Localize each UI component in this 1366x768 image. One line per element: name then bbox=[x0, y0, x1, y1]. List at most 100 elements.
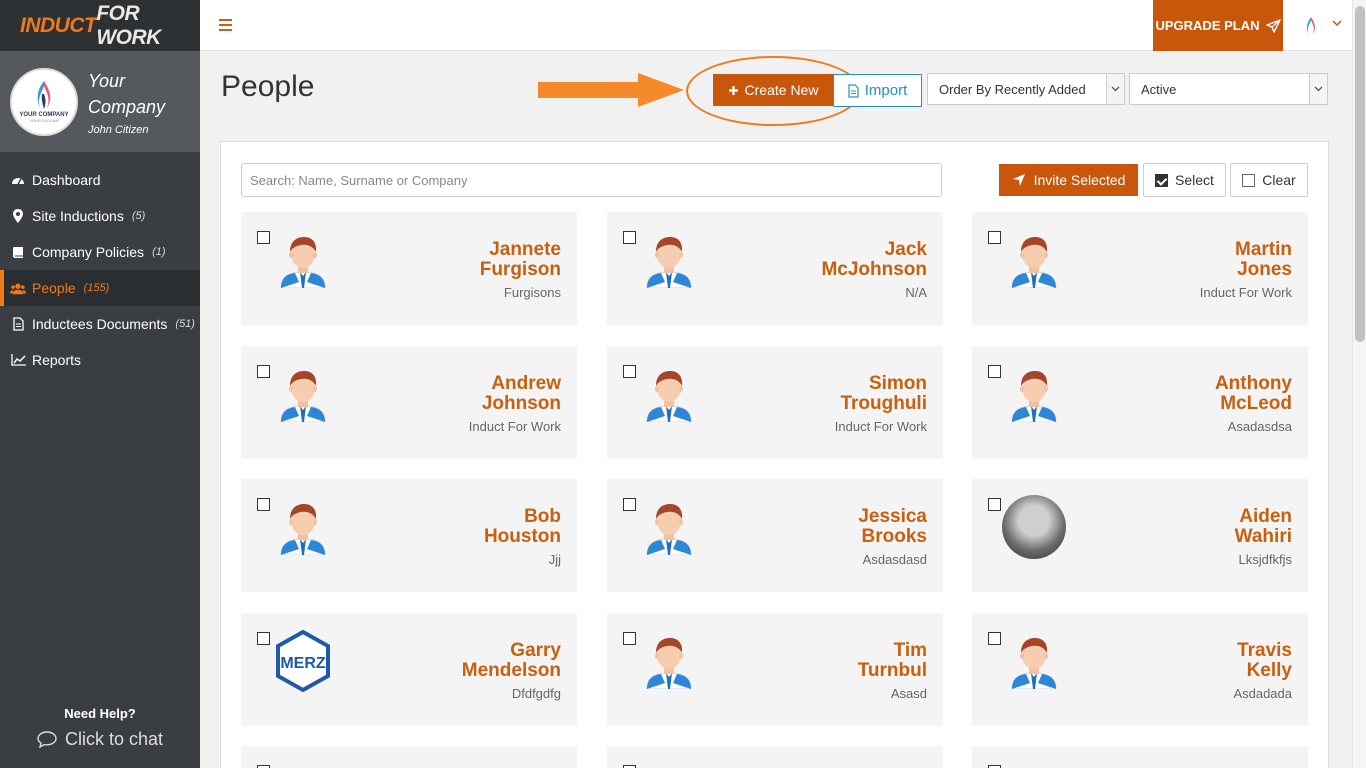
person-select-checkbox[interactable] bbox=[257, 365, 270, 378]
order-by-select[interactable]: Order By Recently Added bbox=[927, 73, 1125, 105]
person-card[interactable]: Jack McJohnson N/A bbox=[607, 212, 943, 325]
invite-selected-button[interactable]: Invite Selected bbox=[999, 164, 1138, 196]
chat-link[interactable]: Click to chat bbox=[0, 729, 200, 750]
person-last-name: Turnbul bbox=[857, 660, 927, 681]
logo-part-induct: INDUCT bbox=[20, 13, 97, 37]
person-avatar[interactable] bbox=[271, 228, 335, 292]
top-bar: UPGRADE PLAN bbox=[200, 0, 1352, 51]
person-last-name: McJohnson bbox=[821, 259, 927, 280]
default-person-icon bbox=[280, 371, 326, 422]
person-card[interactable]: Andrew Johnson Induct For Work bbox=[241, 346, 577, 459]
person-card[interactable]: Simon Troughuli Induct For Work bbox=[607, 346, 943, 459]
person-name[interactable]: Travis Kelly bbox=[1237, 641, 1292, 681]
person-select-checkbox[interactable] bbox=[988, 498, 1001, 511]
person-avatar[interactable]: MERZ bbox=[271, 629, 335, 693]
company-logo-slogan: YOUR SLOGAN bbox=[29, 118, 59, 123]
person-name[interactable]: Bob Houston bbox=[484, 507, 561, 547]
person-company: Asdasdasd bbox=[862, 552, 927, 567]
default-person-icon bbox=[646, 237, 692, 288]
sidebar-item-reports[interactable]: Reports bbox=[0, 342, 200, 378]
person-avatar[interactable] bbox=[637, 495, 701, 559]
chat-label: Click to chat bbox=[64, 729, 164, 749]
person-select-checkbox[interactable] bbox=[257, 231, 270, 244]
create-new-button[interactable]: Create New bbox=[713, 74, 833, 106]
person-first-name: Jannete bbox=[489, 239, 561, 260]
sidebar-item-people[interactable]: People (155) bbox=[0, 270, 200, 306]
help-title: Need Help? bbox=[64, 706, 136, 721]
person-card[interactable]: Martin Jones Induct For Work bbox=[972, 212, 1308, 325]
person-name[interactable]: Jannete Furgison bbox=[480, 240, 561, 280]
person-name[interactable]: Anthony McLeod bbox=[1215, 374, 1292, 414]
search-input[interactable] bbox=[241, 163, 942, 197]
person-name[interactable]: Aiden Wahiri bbox=[1235, 507, 1292, 547]
page-title: People bbox=[221, 70, 315, 103]
sidebar-item-label: Site Inductions bbox=[32, 208, 124, 224]
person-select-checkbox[interactable] bbox=[988, 365, 1001, 378]
sidebar-item-inductees-documents[interactable]: Inductees Documents (51) bbox=[0, 306, 200, 342]
clear-button[interactable]: Clear bbox=[1230, 163, 1308, 197]
person-select-checkbox[interactable] bbox=[988, 632, 1001, 645]
person-card[interactable]: Travis Kelly Asdadada bbox=[972, 613, 1308, 726]
select-button[interactable]: Select bbox=[1143, 163, 1226, 197]
sidebar-item-company-policies[interactable]: Company Policies (1) bbox=[0, 234, 200, 270]
sidebar-item-label: Inductees Documents bbox=[32, 316, 168, 332]
person-avatar[interactable] bbox=[1002, 362, 1066, 426]
person-card[interactable]: MERZ Garry Mendelson Dfdfgdfg bbox=[241, 613, 577, 726]
person-avatar[interactable] bbox=[637, 629, 701, 693]
person-avatar[interactable] bbox=[271, 362, 335, 426]
person-select-checkbox[interactable] bbox=[623, 632, 636, 645]
chevron-down-icon bbox=[1309, 74, 1327, 104]
person-select-checkbox[interactable] bbox=[257, 498, 270, 511]
import-button[interactable]: Import bbox=[833, 74, 922, 107]
default-person-icon bbox=[1011, 638, 1057, 689]
person-select-checkbox[interactable] bbox=[623, 498, 636, 511]
sidebar-item-count: (5) bbox=[131, 210, 146, 222]
person-name[interactable]: Jessica Brooks bbox=[858, 507, 927, 547]
menu-toggle-icon[interactable] bbox=[219, 19, 232, 31]
person-card-partial[interactable] bbox=[607, 746, 943, 768]
person-name[interactable]: Simon Troughuli bbox=[840, 374, 927, 414]
person-select-checkbox[interactable] bbox=[257, 632, 270, 645]
person-company: N/A bbox=[905, 285, 927, 300]
person-avatar[interactable] bbox=[1002, 629, 1066, 693]
person-avatar[interactable] bbox=[637, 362, 701, 426]
user-avatar[interactable] bbox=[1296, 11, 1326, 41]
person-name[interactable]: Andrew Johnson bbox=[482, 374, 561, 414]
person-card[interactable]: Jannete Furgison Furgisons bbox=[241, 212, 577, 325]
person-avatar[interactable] bbox=[1002, 495, 1066, 559]
page-scrollbar[interactable] bbox=[1352, 0, 1366, 768]
person-select-checkbox[interactable] bbox=[988, 231, 1001, 244]
upgrade-plan-button[interactable]: UPGRADE PLAN bbox=[1153, 0, 1283, 51]
company-logo: YOUR COMPANY YOUR SLOGAN bbox=[10, 67, 78, 136]
person-first-name: Travis bbox=[1237, 640, 1292, 661]
order-by-value: Order By Recently Added bbox=[939, 81, 1086, 97]
person-name[interactable]: Garry Mendelson bbox=[462, 641, 561, 681]
sidebar-item-count: (1) bbox=[152, 246, 166, 258]
company-user: John Citizen bbox=[88, 123, 149, 136]
scrollbar-thumb[interactable] bbox=[1355, 6, 1365, 342]
person-first-name: Martin bbox=[1235, 239, 1292, 260]
person-card-partial[interactable] bbox=[972, 746, 1308, 768]
person-avatar[interactable] bbox=[271, 495, 335, 559]
person-select-checkbox[interactable] bbox=[623, 231, 636, 244]
sidebar-item-dashboard[interactable]: Dashboard bbox=[0, 162, 200, 198]
person-name[interactable]: Tim Turnbul bbox=[858, 641, 927, 681]
person-card[interactable]: Aiden Wahiri Lksjdfkfjs bbox=[972, 479, 1308, 592]
default-person-icon bbox=[646, 371, 692, 422]
person-card[interactable]: Bob Houston Jjj bbox=[241, 479, 577, 592]
chevron-down-icon[interactable] bbox=[1332, 18, 1342, 30]
person-name[interactable]: Jack McJohnson bbox=[821, 240, 927, 280]
person-avatar[interactable] bbox=[1002, 228, 1066, 292]
person-select-checkbox[interactable] bbox=[623, 365, 636, 378]
sidebar-item-site-inductions[interactable]: Site Inductions (5) bbox=[0, 198, 200, 234]
person-card[interactable]: Jessica Brooks Asdasdasd bbox=[607, 479, 943, 592]
checked-box-icon bbox=[1155, 173, 1169, 187]
person-card[interactable]: Tim Turnbul Asasd bbox=[607, 613, 943, 726]
person-avatar[interactable] bbox=[637, 228, 701, 292]
person-card[interactable]: Anthony McLeod Asadasdsa bbox=[972, 346, 1308, 459]
status-select[interactable]: Active bbox=[1129, 73, 1328, 105]
person-name[interactable]: Martin Jones bbox=[1235, 240, 1292, 280]
sidebar: INDUCT FOR WORK YOUR COMPANY YOUR SLOGAN … bbox=[0, 0, 200, 768]
person-card-partial[interactable] bbox=[241, 746, 577, 768]
app-logo[interactable]: INDUCT FOR WORK bbox=[0, 0, 200, 51]
